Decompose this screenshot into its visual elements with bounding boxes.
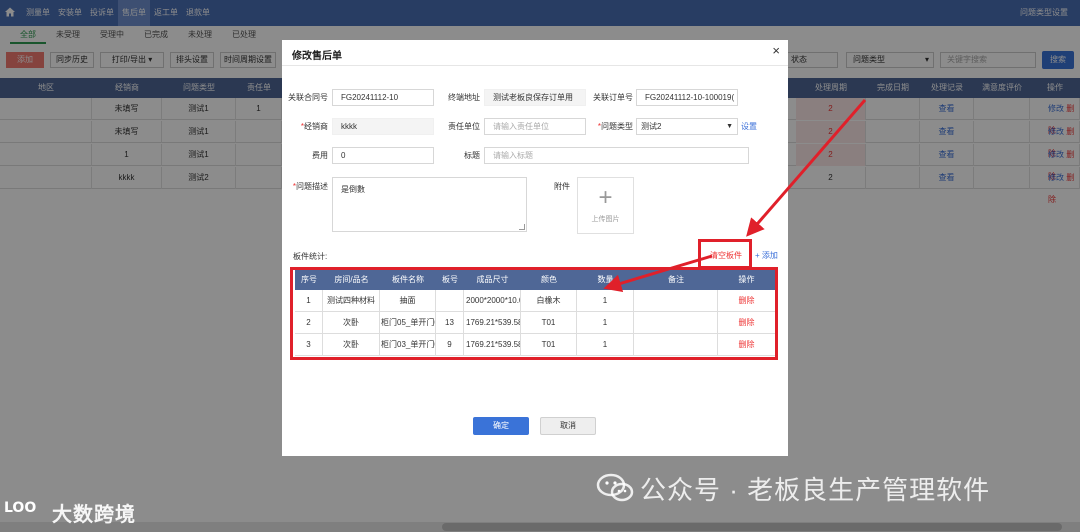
resize-handle-icon[interactable] — [519, 224, 525, 230]
address-field[interactable]: 测试老板良保存订单用 — [484, 89, 586, 106]
add-board-link[interactable]: + 添加 — [755, 249, 778, 263]
address-label: 终端地址 — [448, 93, 480, 102]
desc-textarea[interactable]: 是倒數 — [332, 177, 527, 232]
order-field[interactable]: FG20241112-10-100019( — [636, 89, 738, 106]
issue-type-select[interactable]: 测试2 ▼ — [636, 118, 738, 135]
attach-label: 附件 — [554, 182, 570, 191]
annotation-box-clear — [698, 239, 752, 269]
watermark-left: LOO 大数跨境 — [4, 498, 136, 526]
title-input[interactable]: 请输入标题 — [484, 147, 749, 164]
dealer-field[interactable]: kkkk — [332, 118, 434, 135]
dealer-label: *经销商 — [282, 119, 328, 135]
issue-type-label-text: 问题类型 — [601, 122, 633, 131]
watermark-left-text: 大数跨境 — [52, 503, 136, 526]
dealer-label-text: 经销商 — [304, 122, 328, 131]
desc-text: 是倒數 — [341, 185, 365, 194]
modal-title: 修改售后单 — [292, 51, 342, 62]
confirm-button[interactable]: 确定 — [473, 417, 529, 435]
upload-image-label: 上传图片 — [591, 216, 620, 223]
watermark-right: 公众号 · 老板良生产管理软件 — [596, 470, 990, 506]
plus-icon: + — [598, 184, 613, 211]
resp-unit-label: 责任单位 — [448, 122, 480, 131]
board-stats-label: 板件统计: — [293, 252, 328, 261]
contract-field[interactable]: FG20241112-10 — [332, 89, 434, 106]
desc-label: *问题描述 — [282, 179, 328, 195]
order-label: 关联订单号 — [593, 93, 633, 102]
fee-label: 费用 — [312, 151, 328, 160]
close-icon[interactable]: × — [772, 44, 780, 58]
upload-image-button[interactable]: + 上传图片 — [577, 177, 634, 234]
chevron-down-icon: ▼ — [726, 123, 733, 130]
brand-logo: LOO — [4, 500, 37, 516]
issue-type-settings-link[interactable]: 设置 — [741, 119, 757, 135]
modal-header: 修改售后单 × — [282, 40, 788, 66]
resp-unit-input[interactable]: 请输入责任单位 — [484, 118, 586, 135]
annotation-box-table — [290, 267, 778, 360]
issue-type-label: *问题类型 — [587, 119, 633, 135]
title-label: 标题 — [464, 151, 480, 160]
watermark-right-text: 公众号 · 老板良生产管理软件 — [640, 474, 991, 505]
wechat-icon — [596, 473, 634, 503]
issue-type-value: 测试2 — [641, 122, 662, 131]
cancel-button[interactable]: 取消 — [540, 417, 596, 435]
fee-input[interactable]: 0 — [332, 147, 434, 164]
desc-label-text: 问题描述 — [296, 182, 328, 191]
contract-label: 关联合同号 — [288, 93, 328, 102]
